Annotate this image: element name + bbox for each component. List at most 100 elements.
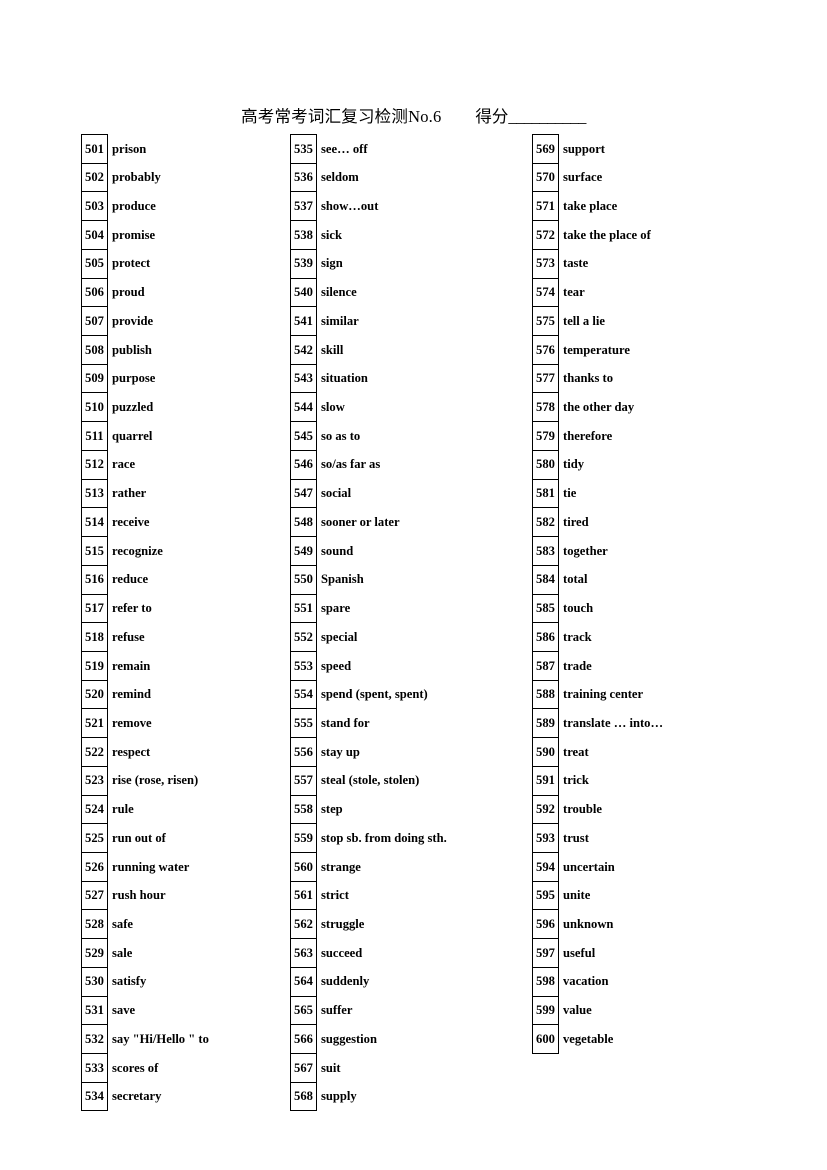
vocab-word: thanks to bbox=[558, 364, 779, 393]
vocab-word: seldom bbox=[316, 163, 537, 192]
vocab-word: see… off bbox=[316, 134, 537, 164]
vocab-number: 510 bbox=[81, 392, 108, 423]
vocab-row: 544 slow bbox=[290, 392, 537, 423]
vocab-row: 553 speed bbox=[290, 650, 537, 681]
vocab-number: 513 bbox=[81, 478, 108, 509]
vocab-number: 560 bbox=[290, 851, 317, 882]
page-title: 高考常考词汇复习检测No.6 bbox=[241, 107, 442, 126]
vocab-number: 506 bbox=[81, 277, 108, 308]
vocab-number: 594 bbox=[532, 851, 559, 882]
vocab-number: 573 bbox=[532, 248, 559, 279]
vocab-row: 515 recognize bbox=[81, 536, 293, 566]
vocab-word: trouble bbox=[558, 795, 779, 824]
vocab-number: 507 bbox=[81, 306, 108, 337]
vocab-number: 531 bbox=[81, 995, 108, 1026]
score-blank-line: __________ bbox=[508, 107, 586, 126]
vocab-number: 508 bbox=[81, 335, 108, 365]
vocab-row: 594 uncertain bbox=[532, 851, 779, 882]
vocab-row: 532 say "Hi/Hello " to bbox=[81, 1024, 293, 1054]
vocab-number: 588 bbox=[532, 679, 559, 710]
vocab-row: 543 situation bbox=[290, 363, 537, 394]
vocab-number: 547 bbox=[290, 478, 317, 509]
vocab-row: 528 safe bbox=[81, 909, 293, 940]
vocab-number: 580 bbox=[532, 449, 559, 480]
vocab-word: struggle bbox=[316, 909, 537, 939]
vocab-number: 557 bbox=[290, 765, 317, 796]
score-label: 得分 bbox=[475, 107, 509, 126]
vocab-number: 567 bbox=[290, 1053, 317, 1083]
vocab-row: 552 special bbox=[290, 622, 537, 652]
vocab-number: 523 bbox=[81, 765, 108, 796]
vocab-number: 501 bbox=[81, 134, 108, 164]
vocab-word: tired bbox=[558, 507, 779, 537]
vocab-word: skill bbox=[316, 335, 537, 365]
vocab-word: suggestion bbox=[316, 1024, 537, 1054]
vocab-number: 581 bbox=[532, 478, 559, 509]
vocab-number: 597 bbox=[532, 938, 559, 968]
vocab-word: sick bbox=[316, 220, 537, 250]
vocab-row: 520 remind bbox=[81, 679, 293, 710]
vocab-row: 510 puzzled bbox=[81, 392, 293, 423]
vocab-number: 527 bbox=[81, 880, 108, 911]
vocab-number: 511 bbox=[81, 421, 108, 451]
vocab-number: 529 bbox=[81, 938, 108, 968]
vocab-number: 599 bbox=[532, 995, 559, 1026]
vocab-row: 567 suit bbox=[290, 1053, 537, 1083]
vocab-number: 593 bbox=[532, 823, 559, 853]
vocab-row: 595 unite bbox=[532, 880, 779, 911]
vocab-number: 569 bbox=[532, 134, 559, 164]
vocab-word: rather bbox=[107, 479, 293, 508]
vocab-row: 546 so/as far as bbox=[290, 449, 537, 480]
vocab-number: 574 bbox=[532, 277, 559, 308]
vocab-row: 584 total bbox=[532, 564, 779, 595]
vocab-number: 577 bbox=[532, 363, 559, 394]
vocab-word: the other day bbox=[558, 392, 779, 422]
vocab-number: 521 bbox=[81, 708, 108, 739]
vocab-row: 561 strict bbox=[290, 880, 537, 911]
vocab-number: 572 bbox=[532, 220, 559, 250]
vocab-row: 589 translate … into… bbox=[532, 708, 779, 739]
vocab-row: 529 sale bbox=[81, 938, 293, 968]
vocab-word: useful bbox=[558, 938, 779, 968]
vocab-word: publish bbox=[107, 335, 293, 365]
vocab-number: 520 bbox=[81, 679, 108, 710]
vocab-word: trust bbox=[558, 823, 779, 853]
vocab-word: recognize bbox=[107, 536, 293, 566]
vocab-word: take place bbox=[558, 191, 779, 221]
vocab-row: 508 publish bbox=[81, 335, 293, 365]
vocab-word: vegetable bbox=[558, 1024, 779, 1054]
vocab-number: 592 bbox=[532, 794, 559, 825]
vocab-row: 504 promise bbox=[81, 220, 293, 250]
vocab-row: 526 running water bbox=[81, 851, 293, 882]
vocab-number: 584 bbox=[532, 564, 559, 595]
vocab-row: 586 track bbox=[532, 622, 779, 652]
vocab-row: 512 race bbox=[81, 449, 293, 480]
vocab-number: 514 bbox=[81, 507, 108, 538]
vocab-number: 546 bbox=[290, 449, 317, 480]
vocab-row: 570 surface bbox=[532, 162, 779, 193]
vocab-word: remain bbox=[107, 651, 293, 681]
vocab-number: 537 bbox=[290, 191, 317, 222]
vocab-word: support bbox=[558, 134, 779, 164]
vocab-word: special bbox=[316, 622, 537, 652]
vocab-word: proud bbox=[107, 278, 293, 307]
vocab-word: scores of bbox=[107, 1053, 293, 1083]
vocab-row: 587 trade bbox=[532, 650, 779, 681]
vocab-row: 560 strange bbox=[290, 851, 537, 882]
vocab-word: situation bbox=[316, 364, 537, 393]
vocab-word: strict bbox=[316, 881, 537, 910]
vocab-word: reduce bbox=[107, 565, 293, 594]
vocab-number: 590 bbox=[532, 737, 559, 767]
vocab-number: 554 bbox=[290, 679, 317, 710]
vocab-row: 565 suffer bbox=[290, 995, 537, 1026]
vocab-word: rush hour bbox=[107, 881, 293, 910]
vocab-word: touch bbox=[558, 594, 779, 623]
vocab-number: 525 bbox=[81, 823, 108, 853]
vocab-number: 583 bbox=[532, 536, 559, 566]
vocab-word: respect bbox=[107, 737, 293, 767]
vocab-word: stop sb. from doing sth. bbox=[316, 823, 537, 853]
vocab-word: taste bbox=[558, 249, 779, 279]
vocab-word: unknown bbox=[558, 909, 779, 939]
vocab-word: safe bbox=[107, 909, 293, 939]
vocab-row: 506 proud bbox=[81, 277, 293, 308]
